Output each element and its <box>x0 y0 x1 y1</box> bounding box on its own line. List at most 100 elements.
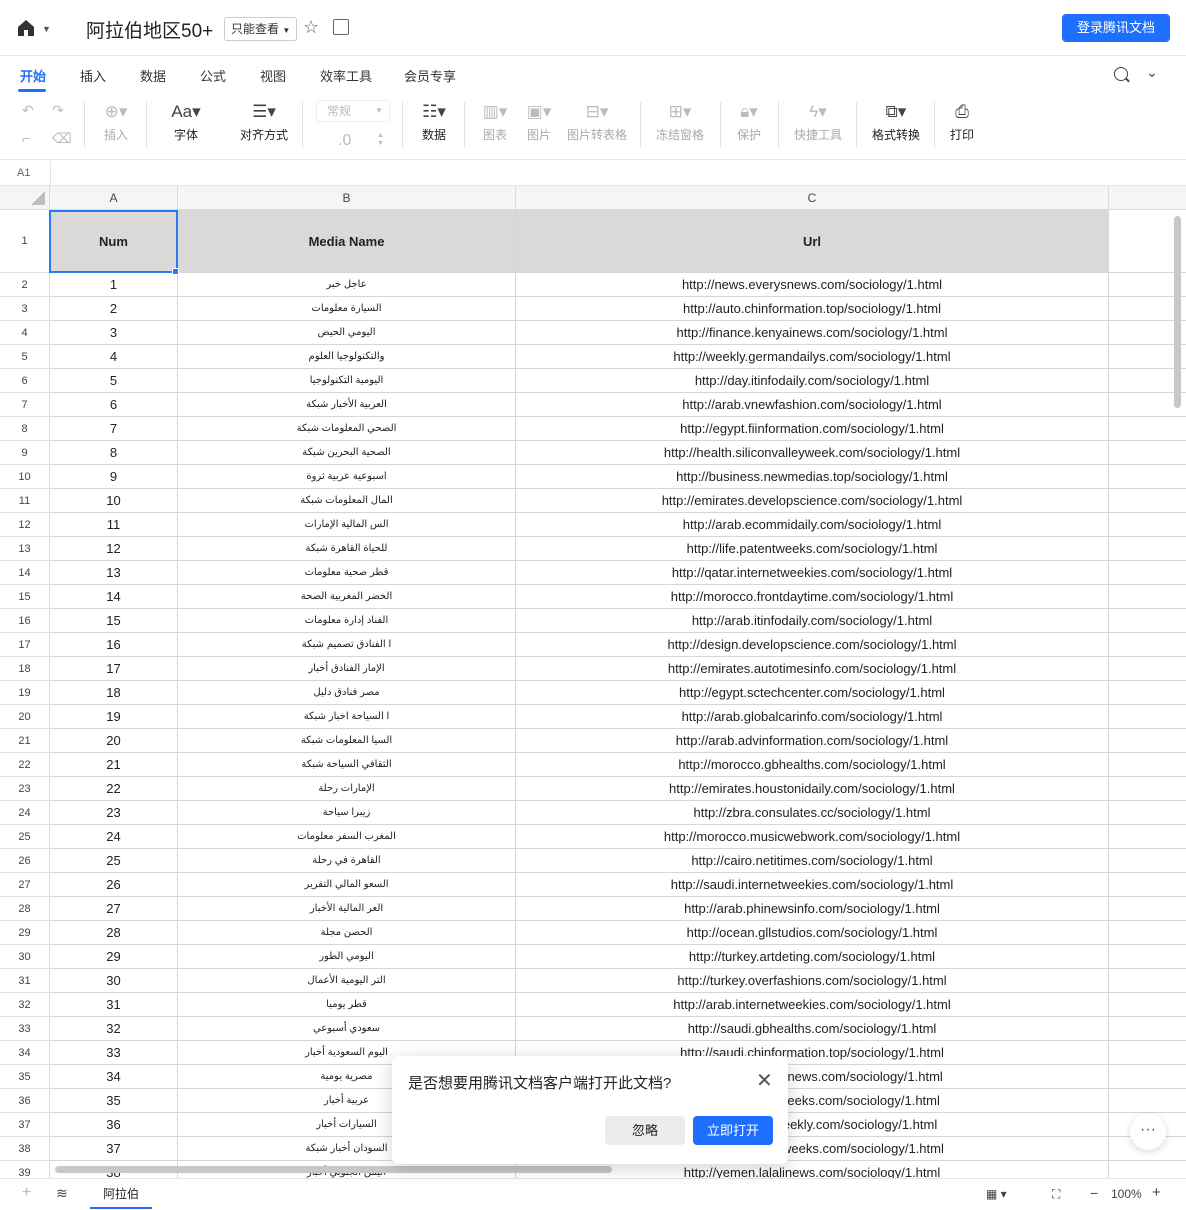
url-cell[interactable]: http://day.itinfodaily.com/sociology/1.h… <box>516 369 1109 393</box>
url-cell[interactable]: http://cairo.netitimes.com/sociology/1.h… <box>516 849 1109 873</box>
tab-home[interactable]: 开始 <box>20 66 46 85</box>
row-number[interactable]: 36 <box>0 1089 50 1113</box>
open-now-button[interactable]: 立即打开 <box>693 1116 773 1145</box>
empty-cell[interactable] <box>1109 585 1186 609</box>
note-icon[interactable] <box>333 19 349 35</box>
url-cell[interactable]: http://news.everysnews.com/sociology/1.h… <box>516 273 1109 297</box>
column-header-d[interactable] <box>1109 186 1186 210</box>
url-cell[interactable]: http://finance.kenyainews.com/sociology/… <box>516 321 1109 345</box>
num-cell[interactable]: 3 <box>50 321 178 345</box>
star-icon[interactable]: ☆ <box>303 17 319 38</box>
empty-cell[interactable] <box>1109 729 1186 753</box>
horizontal-scrollbar[interactable] <box>55 1166 612 1173</box>
media-name-cell[interactable]: سعودي أسبوعي <box>178 1017 516 1041</box>
url-cell[interactable]: http://arab.phinewsinfo.com/sociology/1.… <box>516 897 1109 921</box>
collapse-chevron-icon[interactable]: ⌄ <box>1146 64 1158 81</box>
tab-formula[interactable]: 公式 <box>200 66 226 85</box>
empty-cell[interactable] <box>1109 849 1186 873</box>
row-number[interactable]: 12 <box>0 513 50 537</box>
cell-reference[interactable]: A1 <box>17 167 30 179</box>
select-all-corner[interactable] <box>0 186 50 210</box>
column-header-a[interactable]: A <box>50 186 178 210</box>
empty-cell[interactable] <box>1109 825 1186 849</box>
data-button[interactable]: ☷▾ 数据 <box>418 98 450 143</box>
tab-view[interactable]: 视图 <box>260 66 286 85</box>
row-number[interactable]: 18 <box>0 657 50 681</box>
close-icon[interactable]: ✕ <box>756 1068 773 1093</box>
header-cell[interactable]: Media Name <box>178 210 516 273</box>
chart-button[interactable]: ▥▾ 图表 <box>478 98 512 143</box>
num-cell[interactable]: 26 <box>50 873 178 897</box>
number-format-select[interactable]: 常规 ▼ <box>316 100 390 122</box>
media-name-cell[interactable]: السيارة معلومات <box>178 297 516 321</box>
row-number[interactable]: 37 <box>0 1113 50 1137</box>
media-name-cell[interactable]: اليومية التكنولوجيا <box>178 369 516 393</box>
num-cell[interactable]: 20 <box>50 729 178 753</box>
empty-cell[interactable] <box>1109 753 1186 777</box>
tab-data[interactable]: 数据 <box>140 66 166 85</box>
media-name-cell[interactable]: المال المعلومات شبكة <box>178 489 516 513</box>
fill-handle[interactable] <box>172 268 179 275</box>
media-name-cell[interactable]: ا السياحة اخبار شبكة <box>178 705 516 729</box>
empty-cell[interactable] <box>1109 681 1186 705</box>
media-name-cell[interactable]: الإمارات رحلة <box>178 777 516 801</box>
zoom-level[interactable]: 100% <box>1111 1187 1142 1201</box>
num-cell[interactable]: 7 <box>50 417 178 441</box>
empty-cell[interactable] <box>1109 1041 1186 1065</box>
media-name-cell[interactable]: المغرب السفر معلومات <box>178 825 516 849</box>
quick-tools-button[interactable]: ϟ▾ 快捷工具 <box>792 98 844 143</box>
url-cell[interactable]: http://turkey.artdeting.com/sociology/1.… <box>516 945 1109 969</box>
row-number[interactable]: 27 <box>0 873 50 897</box>
row-number[interactable]: 28 <box>0 897 50 921</box>
ignore-button[interactable]: 忽略 <box>605 1116 685 1145</box>
row-number[interactable]: 1 <box>0 210 50 273</box>
align-button[interactable]: ☰▾ 对齐方式 <box>236 98 292 143</box>
num-cell[interactable]: 14 <box>50 585 178 609</box>
row-number[interactable]: 10 <box>0 465 50 489</box>
media-name-cell[interactable]: الس المالية الإمارات <box>178 513 516 537</box>
num-cell[interactable]: 35 <box>50 1089 178 1113</box>
url-cell[interactable]: http://saudi.internetweekies.com/sociolo… <box>516 873 1109 897</box>
row-number[interactable]: 13 <box>0 537 50 561</box>
url-cell[interactable]: http://egypt.fiinformation.com/sociology… <box>516 417 1109 441</box>
media-name-cell[interactable]: الصحية البحرين شبكة <box>178 441 516 465</box>
row-number[interactable]: 11 <box>0 489 50 513</box>
url-cell[interactable]: http://morocco.gbhealths.com/sociology/1… <box>516 753 1109 777</box>
media-name-cell[interactable]: الفناد إدارة معلومات <box>178 609 516 633</box>
row-number[interactable]: 34 <box>0 1041 50 1065</box>
media-name-cell[interactable]: مصر فنادق دليل <box>178 681 516 705</box>
media-name-cell[interactable]: اليومي الحيض <box>178 321 516 345</box>
row-number[interactable]: 32 <box>0 993 50 1017</box>
row-number[interactable]: 26 <box>0 849 50 873</box>
url-cell[interactable]: http://arab.advinformation.com/sociology… <box>516 729 1109 753</box>
url-cell[interactable]: http://turkey.overfashions.com/sociology… <box>516 969 1109 993</box>
num-cell[interactable]: 4 <box>50 345 178 369</box>
vertical-scrollbar[interactable] <box>1174 216 1181 408</box>
view-mode-dropdown[interactable]: 只能查看 ▼ <box>224 17 298 41</box>
media-name-cell[interactable]: عاجل خبر <box>178 273 516 297</box>
clear-format-icon[interactable]: ⌫ <box>52 130 72 147</box>
media-name-cell[interactable]: التر اليومية الأعمال <box>178 969 516 993</box>
url-cell[interactable]: http://arab.internetweekies.com/sociolog… <box>516 993 1109 1017</box>
media-name-cell[interactable]: والتكنولوجيا العلوم <box>178 345 516 369</box>
num-cell[interactable]: 37 <box>50 1137 178 1161</box>
media-name-cell[interactable]: الثقافي السياحة شبكة <box>178 753 516 777</box>
media-name-cell[interactable]: الخضر المغربية الصحة <box>178 585 516 609</box>
num-cell[interactable]: 9 <box>50 465 178 489</box>
row-number[interactable]: 14 <box>0 561 50 585</box>
num-cell[interactable]: 16 <box>50 633 178 657</box>
media-name-cell[interactable]: ا الفنادق تصميم شبكة <box>178 633 516 657</box>
document-title[interactable]: 阿拉伯地区50+ <box>86 16 213 43</box>
url-cell[interactable]: http://health.siliconvalleyweek.com/soci… <box>516 441 1109 465</box>
empty-cell[interactable] <box>1109 921 1186 945</box>
url-cell[interactable]: http://emirates.developscience.com/socio… <box>516 489 1109 513</box>
row-number[interactable]: 21 <box>0 729 50 753</box>
url-cell[interactable]: http://zbra.consulates.cc/sociology/1.ht… <box>516 801 1109 825</box>
url-cell[interactable]: http://saudi.gbhealths.com/sociology/1.h… <box>516 1017 1109 1041</box>
search-icon[interactable] <box>1114 67 1128 81</box>
media-name-cell[interactable]: زيبرا سياحة <box>178 801 516 825</box>
num-cell[interactable]: 8 <box>50 441 178 465</box>
url-cell[interactable]: http://life.patentweeks.com/sociology/1.… <box>516 537 1109 561</box>
row-number[interactable]: 3 <box>0 297 50 321</box>
empty-cell[interactable] <box>1109 945 1186 969</box>
